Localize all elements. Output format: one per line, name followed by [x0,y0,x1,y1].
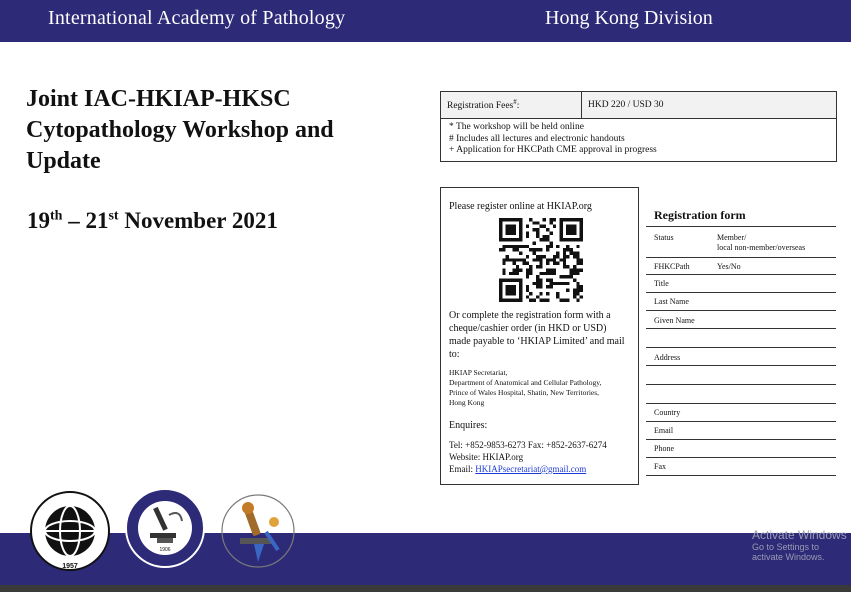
event-date: 19th – 21st November 2021 [27,208,278,233]
form-row-title[interactable]: Title [646,275,836,293]
fees-table: Registration Fees#: HKD 220 / USD 30 * T… [440,91,837,162]
event-title: Joint IAC-HKIAP-HKSC Cytopathology Works… [26,84,406,177]
iac-logo: 1957 [30,491,110,571]
form-row-address[interactable]: Address [646,348,836,366]
website: Website: HKIAP.org [449,452,524,462]
form-row-phone[interactable]: Phone [646,440,836,458]
form-row-fax[interactable]: Fax [646,458,836,476]
fees-note: + Application for HKCPath CME approval i… [449,145,657,155]
form-row-country[interactable]: Country [646,404,836,422]
form-row-status[interactable]: Status Member/local non-member/overseas [646,227,836,258]
activate-windows-watermark: Activate Windows Go to Settings to activ… [752,528,847,562]
form-row-address-2[interactable] [646,366,836,385]
event-title-line: Joint IAC-HKIAP-HKSC [26,86,291,112]
fees-notes: * The workshop will be held online # Inc… [440,118,837,162]
qr-code[interactable] [499,218,583,302]
fees-value: HKD 220 / USD 30 [581,91,837,119]
iap-logo: 1906 [125,488,205,568]
taskbar-strip [0,585,851,592]
event-title-line: Cytopathology Workshop and [26,117,334,143]
fees-label: Registration Fees#: [440,91,582,119]
banner-left-title: International Academy of Pathology [48,7,346,29]
form-row-last-name[interactable]: Last Name [646,293,836,311]
form-row-email[interactable]: Email [646,422,836,440]
top-banner: International Academy of Pathology Hong … [0,0,851,42]
fees-note: * The workshop will be held online [449,122,584,132]
form-row-fhkcpath[interactable]: FHKCPath Yes/No [646,258,836,275]
enquiries-heading: Enquires: [449,420,488,431]
hksc-logo [221,494,295,568]
mailing-address: HKIAP Secretariat, Department of Anatomi… [449,368,602,407]
mail-instructions: Or complete the registration form with a… [449,310,625,360]
banner-right-title: Hong Kong Division [545,7,713,29]
email-link[interactable]: HKIAPsecretariat@gmail.com [475,464,586,474]
tel-fax: Tel: +852-9853-6273 Fax: +852-2637-6274 [449,440,607,450]
svg-text:1957: 1957 [62,563,78,570]
register-online-text: Please register online at HKIAP.org [449,201,592,212]
form-row-given-name-extra[interactable] [646,329,836,348]
form-row-given-name[interactable]: Given Name [646,311,836,329]
event-title-line: Update [26,148,101,174]
contact-details: Tel: +852-9853-6273 Fax: +852-2637-6274 … [449,439,607,475]
form-row-address-3[interactable] [646,385,836,404]
email-line: Email: HKIAPsecretariat@gmail.com [449,464,587,474]
svg-text:1906: 1906 [159,547,170,553]
registration-box: Please register online at HKIAP.org Or c… [440,187,639,485]
fees-note: # Includes all lectures and electronic h… [449,133,625,144]
registration-form-title: Registration form [654,208,746,222]
